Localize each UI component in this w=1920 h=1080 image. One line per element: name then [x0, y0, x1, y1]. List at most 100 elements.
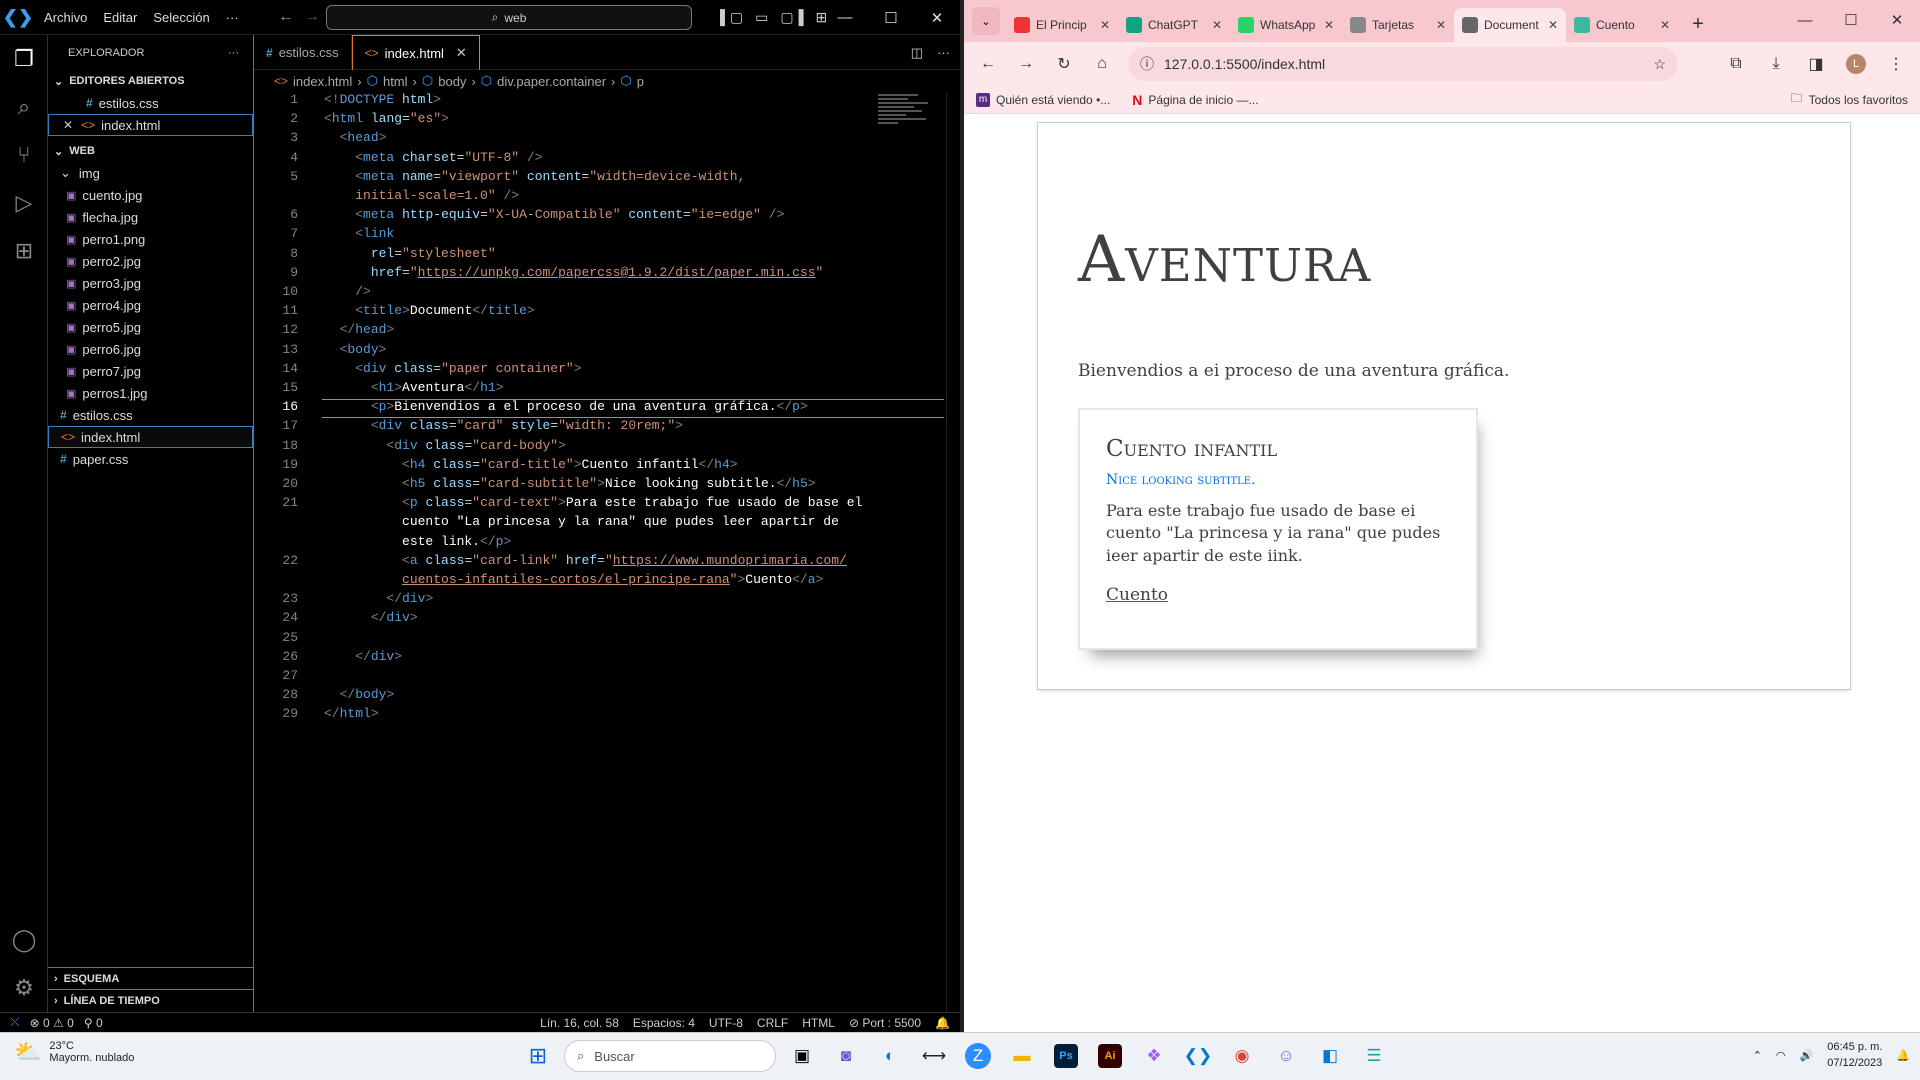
- file-tree-item[interactable]: # estilos.css: [48, 404, 253, 426]
- editor-scrollbar[interactable]: [946, 92, 960, 1012]
- toggle-sidebar-icon[interactable]: ▌▢: [720, 9, 743, 26]
- weather-widget[interactable]: ⛅ 23°C Mayorm. nublado: [14, 1039, 134, 1065]
- remote-icon[interactable]: ⤬: [0, 1015, 30, 1030]
- menu-kebab-icon[interactable]: ⋮: [1880, 48, 1912, 80]
- notifications-bell-icon[interactable]: 🔔: [935, 1016, 950, 1030]
- browser-tab[interactable]: Tarjetas ✕: [1342, 8, 1454, 42]
- extensions-icon[interactable]: ⊞: [0, 227, 48, 275]
- live-server-port[interactable]: ⊘ Port : 5500: [849, 1016, 921, 1030]
- source-control-icon[interactable]: ⑂: [0, 131, 48, 179]
- language-mode[interactable]: HTML: [802, 1016, 835, 1030]
- file-tree-item[interactable]: ▣ perro7.jpg: [48, 360, 253, 382]
- downloads-icon[interactable]: ⤓: [1760, 48, 1792, 80]
- close-icon[interactable]: ✕: [1874, 0, 1920, 40]
- open-editor-item[interactable]: # estilos.css: [48, 92, 253, 114]
- photoshop-icon[interactable]: Ps: [1054, 1044, 1078, 1068]
- file-tree-item[interactable]: ▣ perro6.jpg: [48, 338, 253, 360]
- file-tree-item[interactable]: ▣ perros1.jpg: [48, 382, 253, 404]
- wifi-icon[interactable]: ◠: [1776, 1049, 1786, 1062]
- file-tree-item[interactable]: ▣ perro3.jpg: [48, 272, 253, 294]
- forward-arrow-icon[interactable]: →: [1010, 48, 1042, 80]
- home-icon[interactable]: ⌂: [1086, 48, 1118, 80]
- edge-icon[interactable]: ◐: [872, 1038, 908, 1074]
- menu-seleccion[interactable]: Selección: [145, 0, 217, 35]
- browser-tab[interactable]: El Princip ✕: [1006, 8, 1118, 42]
- close-icon[interactable]: ✕: [456, 45, 467, 61]
- folder-section[interactable]: ⌄ WEB: [48, 140, 253, 162]
- toggle-panel-icon[interactable]: ▭: [755, 9, 768, 26]
- close-icon[interactable]: ✕: [1660, 18, 1670, 32]
- close-icon[interactable]: ✕: [63, 118, 73, 132]
- close-icon[interactable]: ✕: [1548, 18, 1558, 32]
- all-bookmarks[interactable]: 🗀 Todos los favoritos: [1791, 89, 1908, 110]
- open-editor-item[interactable]: ✕ <> index.html: [48, 114, 253, 136]
- more-actions-icon[interactable]: ···: [228, 47, 239, 59]
- warnings-icon[interactable]: ⚠: [53, 1016, 64, 1030]
- minimize-icon[interactable]: —: [1782, 0, 1828, 40]
- file-tree-item[interactable]: ▣ cuento.jpg: [48, 184, 253, 206]
- explorer-icon[interactable]: ❐: [0, 35, 48, 83]
- site-info-icon[interactable]: ⓘ: [1140, 54, 1154, 74]
- browser-tab[interactable]: Cuento ✕: [1566, 8, 1678, 42]
- file-tree-item[interactable]: ▣ perro5.jpg: [48, 316, 253, 338]
- close-icon[interactable]: ✕: [1100, 18, 1110, 32]
- breadcrumb-item[interactable]: html: [383, 74, 408, 89]
- close-icon[interactable]: ✕: [1212, 18, 1222, 32]
- open-editors-section[interactable]: ⌄ EDITORES ABIERTOS: [48, 70, 253, 92]
- breadcrumb-item[interactable]: p: [637, 74, 644, 89]
- close-icon[interactable]: ✕: [1324, 18, 1334, 32]
- code-editor[interactable]: 1 <!DOCTYPE html> 2 <html lang="es"> 3 <head…: [254, 92, 960, 1012]
- browser-tab[interactable]: WhatsApp ✕: [1230, 8, 1342, 42]
- chrome-icon[interactable]: ◉: [1224, 1038, 1260, 1074]
- side-panel-icon[interactable]: ◨: [1800, 48, 1832, 80]
- back-arrow-icon[interactable]: ←: [972, 48, 1004, 80]
- tab-search-icon[interactable]: ⌄: [972, 7, 1000, 35]
- address-bar[interactable]: ⓘ 127.0.0.1:5500/index.html ☆: [1128, 47, 1678, 81]
- bookmark-star-icon[interactable]: ☆: [1653, 56, 1666, 73]
- app-icon[interactable]: ◧: [1312, 1038, 1348, 1074]
- file-tree-item[interactable]: ▣ perro4.jpg: [48, 294, 253, 316]
- notepad-icon[interactable]: ☰: [1356, 1038, 1392, 1074]
- errors-icon[interactable]: ⊗: [30, 1016, 40, 1030]
- maximize-icon[interactable]: ☐: [868, 0, 914, 35]
- task-view-icon[interactable]: ▣: [784, 1038, 820, 1074]
- toggle-secondary-sidebar-icon[interactable]: ▢▐: [780, 9, 803, 26]
- discord-icon[interactable]: ☺: [1268, 1038, 1304, 1074]
- minimap[interactable]: [878, 92, 938, 152]
- breadcrumb-item[interactable]: body: [438, 74, 466, 89]
- avatar[interactable]: L: [1840, 48, 1872, 80]
- figma-icon[interactable]: ❖: [1136, 1038, 1172, 1074]
- cursor-position[interactable]: Lín. 16, col. 58: [540, 1016, 619, 1030]
- vscode-icon[interactable]: ❮❯: [1180, 1038, 1216, 1074]
- close-icon[interactable]: ✕: [914, 0, 960, 35]
- maximize-icon[interactable]: ☐: [1828, 0, 1874, 40]
- card-link[interactable]: Cuento: [1106, 585, 1168, 605]
- zoom-icon[interactable]: Z: [965, 1043, 991, 1069]
- illustrator-icon[interactable]: Ai: [1098, 1044, 1122, 1068]
- tab-estilos-css[interactable]: # estilos.css: [254, 35, 352, 70]
- breadcrumb-item[interactable]: div.paper.container: [497, 74, 606, 89]
- chevron-up-icon[interactable]: ⌃: [1753, 1049, 1762, 1062]
- file-tree-item[interactable]: ▣ perro1.png: [48, 228, 253, 250]
- command-center[interactable]: ⌕ web: [326, 5, 692, 30]
- search-icon[interactable]: ⌕: [0, 83, 48, 131]
- new-tab-icon[interactable]: +: [1684, 10, 1712, 38]
- line-endings[interactable]: CRLF: [757, 1016, 788, 1030]
- timeline-section[interactable]: › LÍNEA DE TIEMPO: [48, 990, 254, 1012]
- file-tree-item[interactable]: # paper.css: [48, 448, 253, 470]
- file-tree-item[interactable]: ⌄ img: [48, 162, 253, 184]
- split-editor-icon[interactable]: ◫: [911, 45, 923, 61]
- clock[interactable]: 06:45 p. m. 07/12/2023: [1827, 1039, 1882, 1071]
- notifications-bell-icon[interactable]: 🔔: [1896, 1049, 1910, 1062]
- tab-index-html[interactable]: <> index.html ✕: [351, 35, 480, 70]
- browser-tab[interactable]: Document ✕: [1454, 8, 1566, 42]
- outline-section[interactable]: › ESQUEMA: [48, 968, 254, 990]
- menu-editar[interactable]: Editar: [95, 0, 145, 35]
- menu-more[interactable]: ···: [218, 0, 247, 35]
- forward-arrow-icon[interactable]: →: [296, 8, 328, 26]
- indentation[interactable]: Espacios: 4: [633, 1016, 695, 1030]
- extensions-icon[interactable]: ⧉: [1720, 48, 1752, 80]
- teams-icon[interactable]: ◙: [828, 1038, 864, 1074]
- file-explorer-icon[interactable]: ▬: [1004, 1038, 1040, 1074]
- menu-archivo[interactable]: Archivo: [36, 0, 95, 35]
